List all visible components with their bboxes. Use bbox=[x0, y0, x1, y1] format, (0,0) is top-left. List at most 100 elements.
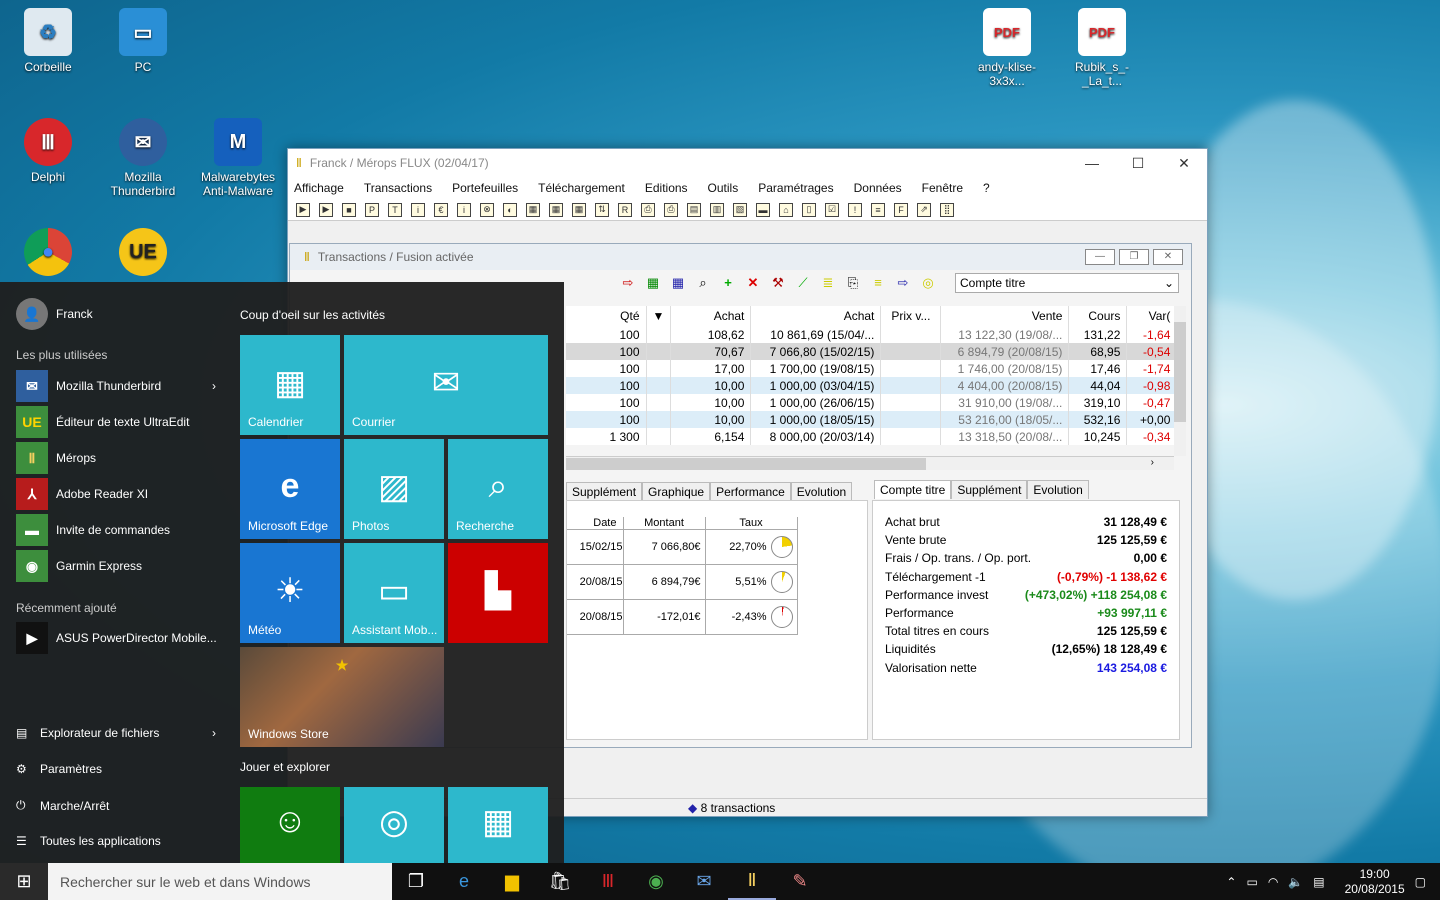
merops-icon[interactable]: Ⅱ bbox=[728, 863, 776, 900]
tab-supplement[interactable]: Supplément bbox=[566, 482, 643, 501]
chevron-up-icon[interactable]: ⌃ bbox=[1226, 875, 1236, 889]
scrollbar-thumb[interactable] bbox=[1174, 322, 1186, 422]
tab-graphique[interactable]: Graphique bbox=[642, 482, 711, 501]
all-apps-item[interactable]: ☰ Toutes les applications bbox=[16, 834, 161, 848]
hammer-icon[interactable]: ⚒ bbox=[770, 275, 786, 291]
desktop-icon-recycle-bin[interactable]: ♻ Corbeille bbox=[3, 8, 93, 74]
toolbar-button[interactable]: i bbox=[457, 202, 471, 217]
menu-donnees[interactable]: Données bbox=[854, 181, 902, 195]
toolbar-button[interactable]: T bbox=[388, 202, 402, 217]
tab-performance[interactable]: Performance bbox=[710, 482, 791, 501]
toolbar-button[interactable]: ▬ bbox=[756, 202, 770, 217]
toolbar-button[interactable]: ▥ bbox=[710, 202, 724, 217]
sub-restore-button[interactable]: ❐ bbox=[1119, 249, 1149, 265]
power-item[interactable]: ⏻ Marche/Arrêt bbox=[16, 798, 109, 813]
table-row[interactable]: 100 17,00 1 700,00 (19/08/15) 1 746,00 (20/… bbox=[566, 360, 1178, 377]
tile-weather[interactable]: ☀ Météo bbox=[240, 543, 340, 643]
app-cmd[interactable]: ▬ Invite de commandes bbox=[16, 514, 170, 546]
desktop-icon-pc[interactable]: ▭ PC bbox=[98, 8, 188, 74]
delphi-icon[interactable]: Ⅲ bbox=[584, 863, 632, 900]
desktop-icon-pdf-andy[interactable]: PDF andy-klise-3x3x... bbox=[962, 8, 1052, 88]
table-row[interactable]: 100 10,00 1 000,00 (26/06/15) 31 910,00 (19… bbox=[566, 394, 1178, 411]
volume-icon[interactable]: 🔈 bbox=[1288, 875, 1303, 889]
tile-photos[interactable]: ▨ Photos bbox=[344, 439, 444, 539]
table-row[interactable]: 100 10,00 1 000,00 (03/04/15) 4 404,00 (20/… bbox=[566, 377, 1178, 394]
desktop-icon-pdf-rubik[interactable]: PDF Rubik_s_-_La_t... bbox=[1057, 8, 1147, 88]
sort-arrow-icon[interactable]: ▼ bbox=[646, 306, 672, 326]
toolbar-button[interactable]: ⎙ bbox=[641, 202, 655, 217]
toolbar-button[interactable]: ⇗ bbox=[917, 202, 931, 217]
settings-item[interactable]: ⚙ Paramètres bbox=[16, 762, 102, 776]
tile-search[interactable]: ⌕ Recherche bbox=[448, 439, 548, 539]
chrome-icon[interactable]: ◉ bbox=[632, 863, 680, 900]
search-icon[interactable]: ⌕ bbox=[695, 275, 711, 291]
coins-icon[interactable]: ◎ bbox=[920, 275, 936, 291]
tab-evolution[interactable]: Evolution bbox=[790, 482, 853, 501]
col-prix-vente[interactable]: Prix v... bbox=[880, 306, 942, 326]
notifications-icon[interactable]: ▢ bbox=[1415, 875, 1426, 889]
edge-icon[interactable]: e bbox=[440, 863, 488, 900]
toolbar-button[interactable]: ▶ bbox=[296, 202, 310, 217]
menu-editions[interactable]: Editions bbox=[645, 181, 688, 195]
toolbar-button[interactable]: R bbox=[618, 202, 632, 217]
attach-icon[interactable]: ⎘ bbox=[845, 275, 861, 291]
sub-close-button[interactable]: ✕ bbox=[1153, 249, 1183, 265]
export-icon[interactable]: ⇨ bbox=[620, 275, 636, 291]
toolbar-button[interactable]: ⇅ bbox=[595, 202, 609, 217]
tab-evolution-right[interactable]: Evolution bbox=[1027, 480, 1089, 499]
table-row[interactable]: 100 70,67 7 066,80 (15/02/15) 6 894,79 (20/… bbox=[566, 343, 1178, 360]
toolbar-button[interactable]: ☑ bbox=[825, 202, 839, 217]
chevron-right-icon[interactable]: › bbox=[212, 726, 216, 740]
delete-icon[interactable]: ✕ bbox=[745, 275, 761, 291]
tile-flipboard[interactable]: ▙ bbox=[448, 543, 548, 643]
app-ultraedit[interactable]: UE Éditeur de texte UltraEdit bbox=[16, 406, 189, 438]
store-icon[interactable]: 🛍 bbox=[536, 863, 584, 900]
tile-windows-store[interactable]: ★ Windows Store bbox=[240, 647, 444, 747]
paint-icon[interactable]: ✎ bbox=[776, 863, 824, 900]
chevron-right-icon[interactable]: › bbox=[1151, 457, 1154, 468]
desktop-icon-malwarebytes[interactable]: M Malwarebytes Anti-Malware bbox=[193, 118, 283, 198]
table-row[interactable]: 100 10,00 1 000,00 (18/05/15) 53 216,00 (18… bbox=[566, 411, 1178, 428]
minimize-button[interactable]: — bbox=[1069, 155, 1115, 172]
vertical-scrollbar[interactable] bbox=[1174, 306, 1186, 456]
sub-minimize-button[interactable]: — bbox=[1085, 249, 1115, 265]
maximize-button[interactable]: ☐ bbox=[1115, 155, 1161, 172]
account-select[interactable]: Compte titre ⌄ bbox=[955, 273, 1179, 293]
chevron-right-icon[interactable]: › bbox=[212, 379, 216, 393]
menu-help[interactable]: ? bbox=[983, 181, 990, 195]
menu-fenetre[interactable]: Fenêtre bbox=[922, 181, 963, 195]
toolbar-button[interactable]: ⊗ bbox=[480, 202, 494, 217]
search-box[interactable]: Rechercher sur le web et dans Windows bbox=[48, 863, 392, 900]
menu-transactions[interactable]: Transactions bbox=[364, 181, 432, 195]
tab-supplement-right[interactable]: Supplément bbox=[951, 480, 1028, 499]
scrollbar-thumb[interactable] bbox=[566, 458, 926, 470]
task-view-icon[interactable]: ❐ bbox=[392, 863, 440, 900]
list-icon[interactable]: ≣ bbox=[820, 275, 836, 291]
menu-parametrages[interactable]: Paramétrages bbox=[758, 181, 833, 195]
menu-outils[interactable]: Outils bbox=[708, 181, 739, 195]
toolbar-button[interactable]: ▦ bbox=[572, 202, 586, 217]
col-vente[interactable]: Vente bbox=[940, 306, 1070, 326]
toolbar-button[interactable]: ■ bbox=[342, 202, 356, 217]
trend-icon[interactable]: ⟋ bbox=[795, 275, 811, 291]
forward-icon[interactable]: ⇨ bbox=[895, 275, 911, 291]
tile-phone-assistant[interactable]: ▭ Assistant Mob... bbox=[344, 543, 444, 643]
battery-icon[interactable]: ▭ bbox=[1246, 875, 1257, 889]
toolbar-button[interactable]: ! bbox=[848, 202, 862, 217]
toolbar-button[interactable]: ◐ bbox=[503, 202, 517, 217]
toolbar-button[interactable]: ≡ bbox=[871, 202, 885, 217]
toolbar-button[interactable]: ▤ bbox=[687, 202, 701, 217]
thunderbird-icon[interactable]: ✉ bbox=[680, 863, 728, 900]
col-qte[interactable]: Qté bbox=[566, 306, 647, 326]
table-row[interactable]: 1 300 6,154 8 000,00 (20/03/14) 13 318,50 (… bbox=[566, 428, 1178, 445]
table-row[interactable]: 100 108,62 10 861,69 (15/04/... 13 122,30 (… bbox=[566, 326, 1178, 343]
col-achat[interactable]: Achat bbox=[750, 306, 882, 326]
toolbar-button[interactable]: € bbox=[434, 202, 448, 217]
toolbar-button[interactable]: ▦ bbox=[549, 202, 563, 217]
tab-compte-titre[interactable]: Compte titre bbox=[874, 480, 952, 499]
tile-mail[interactable]: ✉ Courrier bbox=[344, 335, 548, 435]
chart-icon[interactable]: ▦ bbox=[670, 275, 686, 291]
app-thunderbird[interactable]: ✉ Mozilla Thunderbird › bbox=[16, 370, 216, 402]
tile-calendar[interactable]: ▦ Calendrier bbox=[240, 335, 340, 435]
toolbar-button[interactable]: ▯ bbox=[802, 202, 816, 217]
